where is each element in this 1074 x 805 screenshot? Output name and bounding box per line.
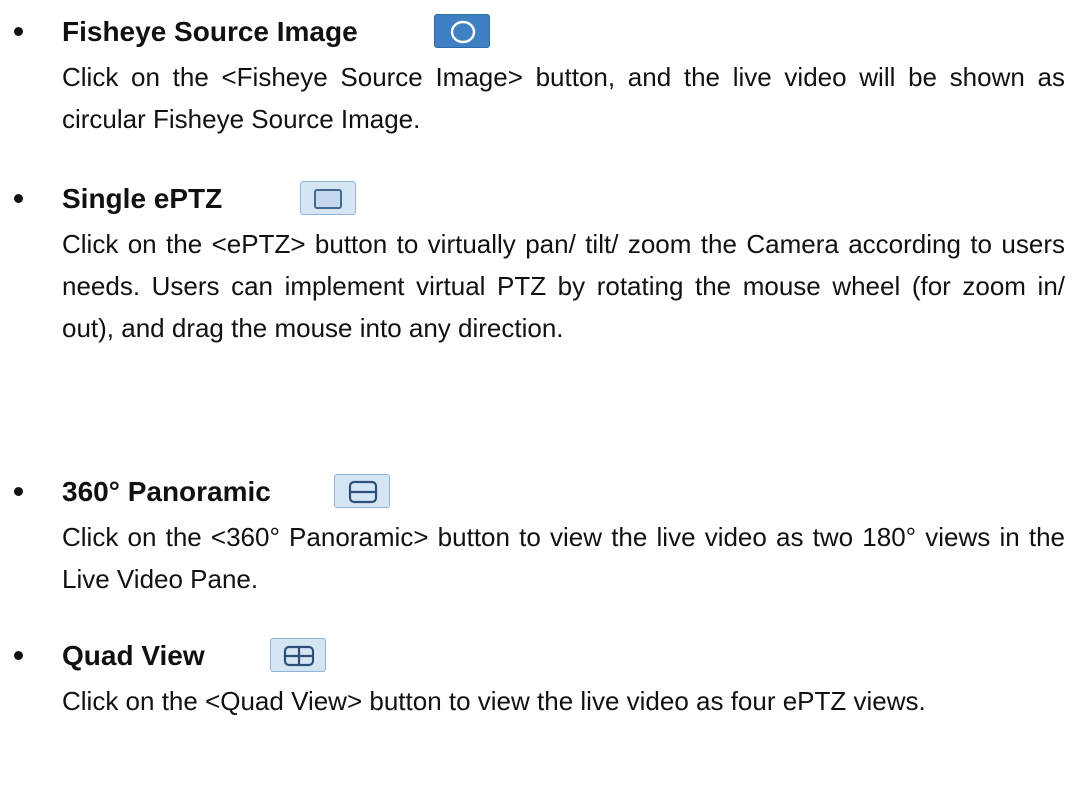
quad-grid-icon[interactable]: [270, 638, 326, 672]
bullet: [14, 27, 23, 36]
panoramic-split-icon[interactable]: [334, 474, 390, 508]
item-title: Quad View: [62, 640, 205, 671]
circle-icon[interactable]: [434, 14, 490, 48]
item-title: 360° Panoramic: [62, 476, 271, 507]
item-description: Click on the <360° Panoramic> button to …: [62, 522, 1065, 594]
bullet: [14, 194, 23, 203]
item-description: Click on the <Quad View> button to view …: [62, 686, 926, 716]
item-description: Click on the <Fisheye Source Image> butt…: [62, 62, 1065, 134]
bullet: [14, 487, 23, 496]
bullet: [14, 651, 23, 660]
item-title: Fisheye Source Image: [62, 16, 358, 47]
item-description: Click on the <ePTZ> button to virtually …: [62, 229, 1065, 343]
single-view-icon[interactable]: [300, 181, 356, 215]
item-title: Single ePTZ: [62, 183, 223, 214]
